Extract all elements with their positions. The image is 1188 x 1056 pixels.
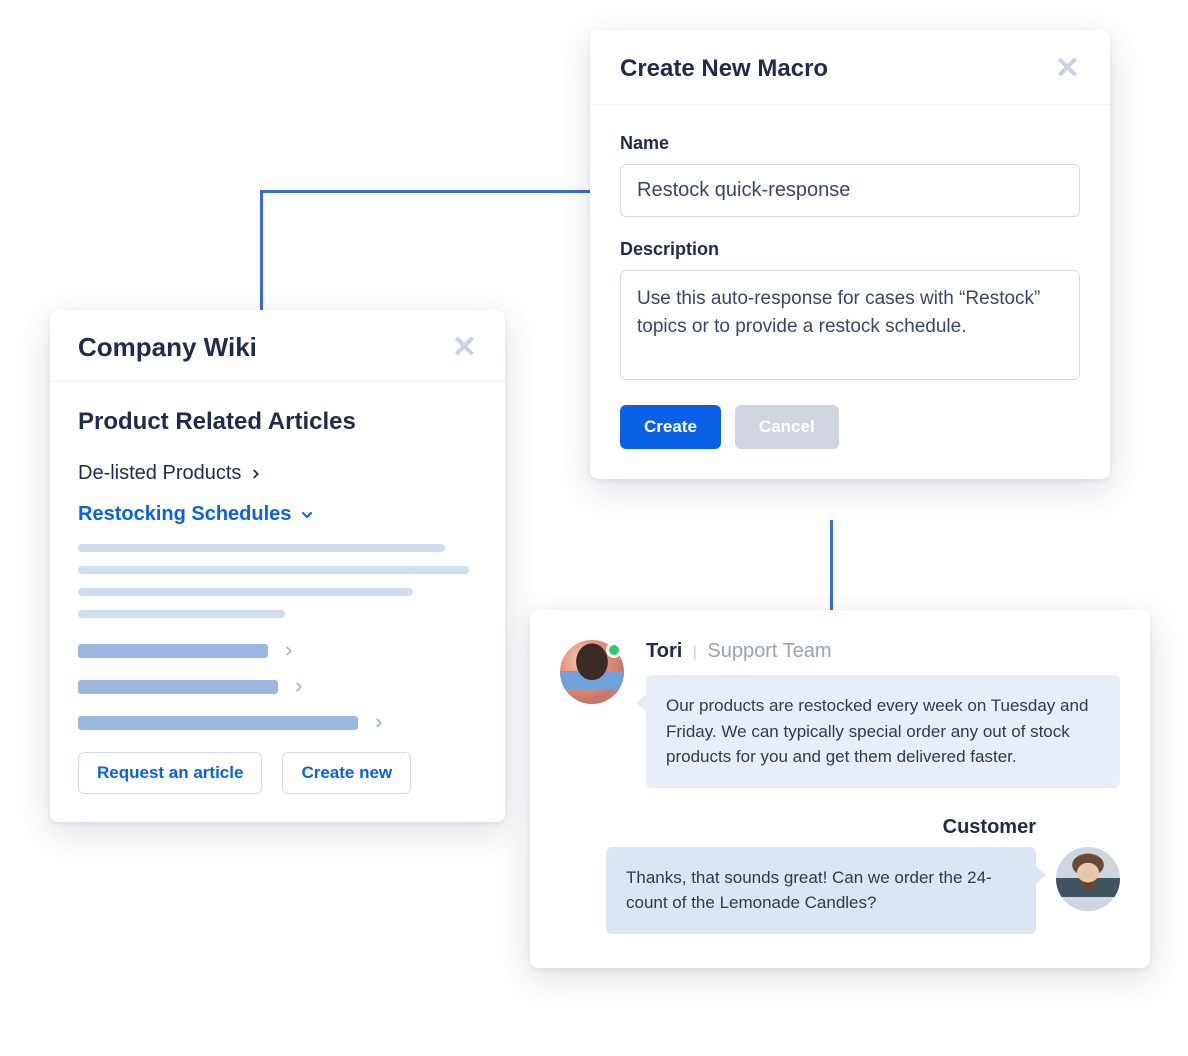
article-label: De-listed Products — [78, 462, 241, 485]
chevron-right-icon — [282, 644, 296, 658]
agent-row: Tori | Support Team Our products are res… — [560, 640, 1120, 788]
customer-label: Customer — [560, 816, 1036, 839]
customer-message-bubble: Thanks, that sounds great! Can we order … — [606, 847, 1036, 934]
article-content-placeholder — [78, 544, 477, 618]
customer-avatar — [1056, 847, 1120, 911]
agent-avatar — [560, 640, 624, 704]
wiki-section-heading: Product Related Articles — [78, 408, 477, 436]
connector-line — [260, 190, 263, 320]
article-label: Restocking Schedules — [78, 503, 291, 526]
customer-row: Thanks, that sounds great! Can we order … — [560, 847, 1120, 934]
chevron-right-icon — [372, 716, 386, 730]
macro-header: Create New Macro ✕ — [590, 30, 1110, 105]
sub-article-placeholder[interactable] — [78, 644, 477, 658]
create-button[interactable]: Create — [620, 405, 721, 449]
connector-line — [260, 190, 600, 193]
create-new-article-button[interactable]: Create new — [282, 752, 411, 794]
macro-name-input[interactable] — [620, 164, 1080, 217]
macro-title: Create New Macro — [620, 55, 828, 83]
avatar — [1056, 847, 1120, 911]
agent-header: Tori | Support Team — [646, 640, 1120, 663]
divider: | — [693, 644, 697, 661]
macro-description-input[interactable] — [620, 270, 1080, 380]
wiki-header: Company Wiki ✕ — [50, 310, 505, 382]
close-icon[interactable]: ✕ — [452, 333, 477, 363]
cancel-button[interactable]: Cancel — [735, 405, 839, 449]
chevron-right-icon — [292, 680, 306, 694]
agent-name: Tori — [646, 640, 682, 662]
wiki-title: Company Wiki — [78, 332, 257, 363]
request-article-button[interactable]: Request an article — [78, 752, 262, 794]
support-chat-panel: Tori | Support Team Our products are res… — [530, 610, 1150, 968]
article-item-delisted[interactable]: De-listed Products — [78, 462, 477, 485]
create-macro-dialog: Create New Macro ✕ Name Description Crea… — [590, 30, 1110, 479]
sub-article-placeholder[interactable] — [78, 680, 477, 694]
close-icon[interactable]: ✕ — [1055, 54, 1080, 84]
company-wiki-panel: Company Wiki ✕ Product Related Articles … — [50, 310, 505, 822]
name-label: Name — [620, 133, 1080, 154]
sub-article-placeholder[interactable] — [78, 716, 477, 730]
article-item-restocking[interactable]: Restocking Schedules — [78, 503, 477, 526]
chevron-right-icon — [249, 467, 263, 481]
description-label: Description — [620, 239, 1080, 260]
connector-line — [830, 520, 833, 615]
chevron-down-icon — [299, 507, 315, 523]
online-status-icon — [606, 642, 622, 658]
agent-message-bubble: Our products are restocked every week on… — [646, 675, 1120, 788]
agent-team: Support Team — [707, 640, 831, 662]
